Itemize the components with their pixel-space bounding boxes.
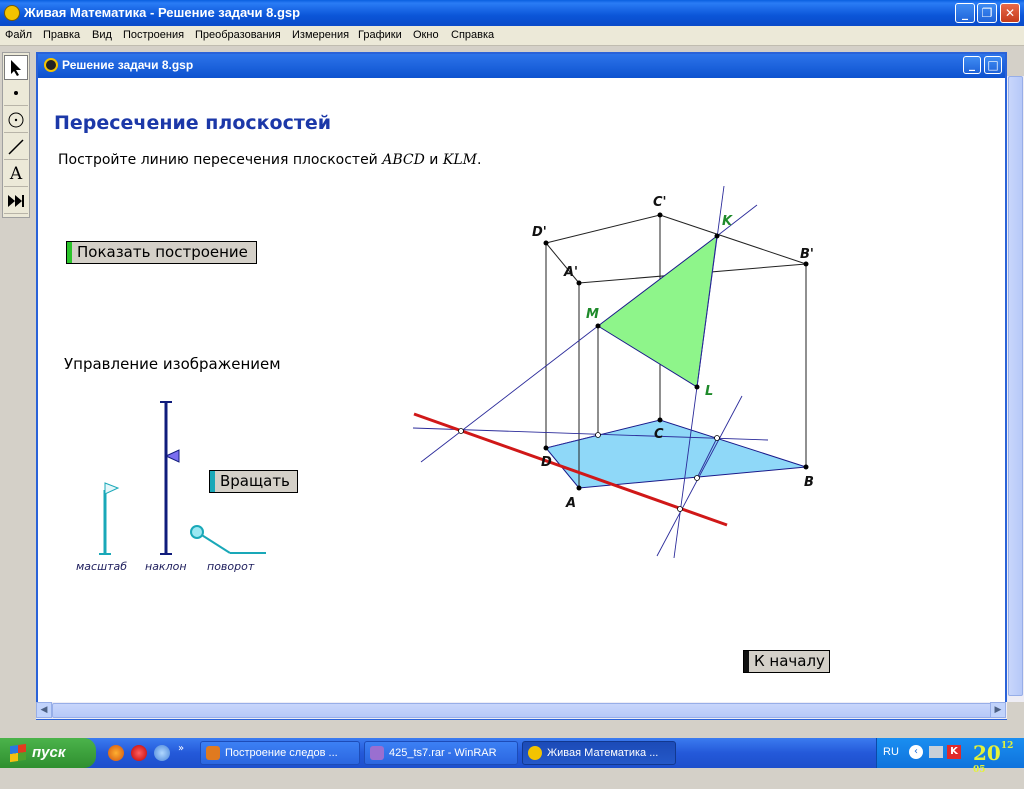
turn-label: поворот bbox=[207, 560, 255, 573]
label-c: C bbox=[654, 427, 664, 442]
edge-c1b1 bbox=[659, 214, 807, 265]
firefox-icon[interactable] bbox=[108, 745, 124, 761]
rotate-button[interactable]: Вращать bbox=[209, 470, 298, 493]
point-intersection-5[interactable] bbox=[677, 506, 683, 512]
label-b1: B' bbox=[800, 247, 814, 262]
point-d[interactable] bbox=[543, 445, 549, 451]
show-construction-button[interactable]: Показать построение bbox=[66, 241, 257, 264]
point-a[interactable] bbox=[576, 485, 582, 491]
task-label: Живая Математика ... bbox=[547, 747, 659, 759]
taskbar: пуск » Построение следов ... 425_ts7.rar… bbox=[0, 738, 1024, 775]
plane-abcd-label: ABCD bbox=[382, 152, 425, 168]
point-l[interactable] bbox=[694, 384, 700, 390]
label-a: A bbox=[565, 496, 576, 511]
tilt-label: наклон bbox=[145, 560, 187, 573]
point-intersection-2[interactable] bbox=[595, 432, 601, 438]
point-a1[interactable] bbox=[576, 280, 582, 286]
label-a1: A' bbox=[563, 265, 578, 280]
point-intersection-4[interactable] bbox=[694, 475, 700, 481]
tilt-handle-icon[interactable] bbox=[164, 449, 180, 463]
point-b[interactable] bbox=[803, 464, 809, 470]
plane-klm[interactable] bbox=[597, 234, 718, 388]
opera-icon[interactable] bbox=[131, 745, 147, 761]
tray-expand-icon[interactable]: ‹ bbox=[909, 745, 923, 759]
button-marker bbox=[744, 651, 749, 672]
scale-flag-icon[interactable] bbox=[104, 482, 120, 495]
label-d1: D' bbox=[532, 225, 547, 240]
antivirus-icon[interactable]: K bbox=[947, 745, 961, 759]
winrar-task-icon bbox=[370, 746, 384, 760]
label-m: M bbox=[586, 307, 599, 322]
task-suffix: . bbox=[476, 152, 482, 168]
task-button-firefox[interactable]: Построение следов ... bbox=[200, 741, 360, 765]
vertical-scrollbar[interactable] bbox=[1007, 76, 1024, 702]
back-to-start-button[interactable]: К началу bbox=[743, 650, 830, 673]
page-title: Пересечение плоскостей bbox=[54, 112, 332, 134]
plane-abcd[interactable] bbox=[545, 419, 807, 489]
windows-logo-icon bbox=[10, 743, 26, 763]
point-k[interactable] bbox=[714, 233, 720, 239]
label-c1: C' bbox=[653, 195, 667, 210]
scale-label: масштаб bbox=[76, 560, 128, 573]
horizontal-scroll-thumb[interactable] bbox=[52, 703, 992, 718]
task-label: 425_ts7.rar - WinRAR bbox=[389, 747, 497, 759]
point-b1[interactable] bbox=[803, 261, 809, 267]
edge-d1c1 bbox=[545, 214, 661, 244]
point-intersection-1[interactable] bbox=[458, 428, 464, 434]
turn-handle-icon[interactable] bbox=[190, 525, 204, 539]
network-icon[interactable] bbox=[929, 746, 943, 758]
language-indicator[interactable]: RU bbox=[883, 746, 899, 758]
task-text: Постройте линию пересечения плоскостей A… bbox=[58, 152, 481, 168]
start-label: пуск bbox=[32, 744, 66, 761]
gsp-task-icon bbox=[528, 746, 542, 760]
show-construction-label: Показать построение bbox=[77, 243, 248, 261]
system-tray: RU ‹ K 2012 05 bbox=[876, 738, 1024, 775]
rotate-label: Вращать bbox=[220, 472, 290, 490]
point-d1[interactable] bbox=[543, 240, 549, 246]
task-and: и bbox=[424, 152, 443, 168]
task-label: Построение следов ... bbox=[225, 747, 338, 759]
horizontal-scrollbar[interactable]: ◀ ▶ bbox=[36, 702, 1007, 719]
quicklaunch-more-icon[interactable]: » bbox=[178, 743, 184, 754]
plane-klm-label: KLM bbox=[442, 152, 477, 168]
task-button-gsp[interactable]: Живая Математика ... bbox=[522, 741, 676, 765]
label-b: B bbox=[804, 475, 814, 490]
scroll-left-icon[interactable]: ◀ bbox=[36, 702, 52, 718]
scroll-right-icon[interactable]: ▶ bbox=[990, 702, 1006, 718]
task-prefix: Постройте линию пересечения плоскостей bbox=[58, 152, 383, 168]
firefox-task-icon bbox=[206, 746, 220, 760]
button-marker bbox=[210, 471, 215, 492]
task-button-winrar[interactable]: 425_ts7.rar - WinRAR bbox=[364, 741, 518, 765]
label-l: L bbox=[705, 384, 713, 399]
label-d: D bbox=[541, 455, 552, 470]
point-c1[interactable] bbox=[657, 212, 663, 218]
clock[interactable]: 2012 05 bbox=[973, 741, 1024, 789]
clock-hour: 20 bbox=[973, 741, 1001, 765]
button-marker bbox=[67, 242, 72, 263]
start-button[interactable]: пуск bbox=[0, 738, 96, 768]
back-to-start-label: К началу bbox=[754, 652, 825, 670]
point-intersection-3[interactable] bbox=[714, 435, 720, 441]
browser-icon[interactable] bbox=[154, 745, 170, 761]
point-c[interactable] bbox=[657, 417, 663, 423]
controls-heading: Управление изображением bbox=[64, 355, 281, 373]
label-k: K bbox=[722, 214, 733, 229]
point-m[interactable] bbox=[595, 323, 601, 329]
vertical-scroll-thumb[interactable] bbox=[1008, 76, 1023, 696]
